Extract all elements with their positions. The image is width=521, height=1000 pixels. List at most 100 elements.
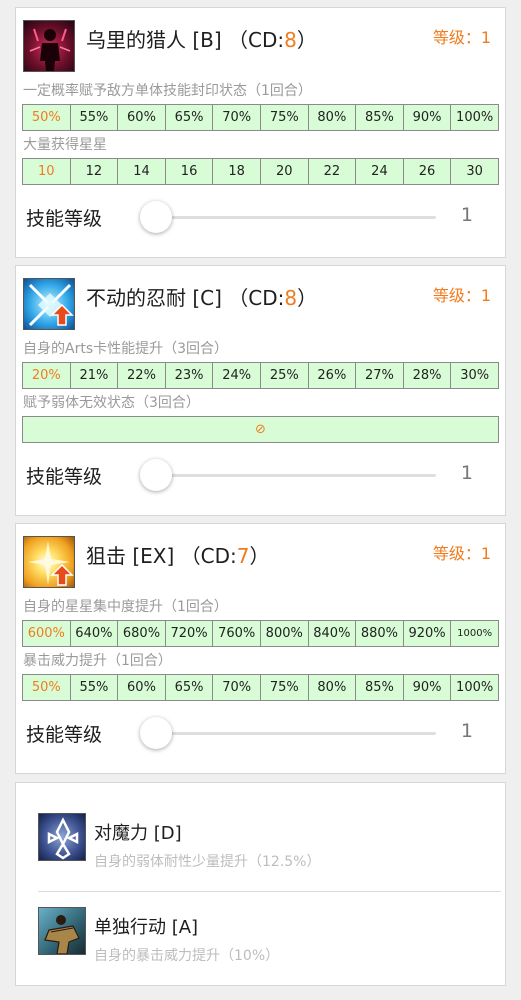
cd-suffix: ） [249,544,270,568]
value-cell: 20 [259,159,308,184]
value-cell: 920% [402,621,451,646]
value-cell: 25% [259,363,308,388]
value-cell: 100% [450,105,498,130]
skill-title: 狙击 [EX] [86,544,175,568]
effect-description: 赋予弱体无效状态（3回合） [23,395,200,411]
skill-level-text: 等级：1 [432,286,491,305]
skill-level-text: 等级：1 [432,28,491,47]
effect-description: 一定概率赋予敌方单体技能封印状态（1回合） [23,83,312,99]
slider-thumb[interactable] [140,717,172,749]
effect-value-table: 20% 21% 22% 23% 24% 25% 26% 27% 28% 30% [22,362,499,389]
value-cell: 600% [27,626,65,641]
value-cell: 12 [69,159,118,184]
value-cell: 85% [355,105,403,130]
cd-prefix: （CD: [180,544,237,568]
skill-card-3: 狙击 [EX] （CD:7） 等级：1 自身的星星集中度提升（1回合） 600%… [15,523,506,774]
value-cell: 22 [307,159,356,184]
skill-level-value: 1 [460,204,473,226]
value-cell: 60% [117,105,165,130]
skill-level-label: 技能等级 [26,466,103,488]
skill-title: 不动的忍耐 [C] [86,286,222,310]
value-cell: 23% [164,363,213,388]
value-cell: 65% [164,675,213,700]
value-cell: 30 [450,159,498,184]
effect-value-table: 50% 55% 60% 65% 70% 75% 80% 85% 90% 100% [22,104,499,131]
value-cell: 680% [117,621,165,646]
effect-value-table: ⊘ [22,416,499,443]
value-cell: 10 [38,164,55,179]
effect-value-table: 50% 55% 60% 65% 70% 75% 80% 85% 90% 100% [22,674,499,701]
skill-title: 乌里的猎人 [B] [86,28,222,52]
value-cell: 75% [259,675,308,700]
immunity-symbol: ⊘ [255,422,266,437]
skill-level-slider[interactable] [140,459,436,491]
cooldown-value: 8 [284,28,297,52]
skill-level-value: 1 [460,462,473,484]
value-cell: 760% [212,621,260,646]
skill-level-slider[interactable] [140,201,436,233]
value-cell: 80% [307,105,356,130]
passive-description: 自身的弱体耐性少量提升（12.5%） [94,854,321,870]
effect-description: 自身的Arts卡性能提升（3回合） [23,341,229,357]
cd-prefix: （CD: [228,28,285,52]
passive-name: 对魔力 [D] [94,823,182,844]
value-cell: 14 [117,159,165,184]
value-cell: 55% [69,675,118,700]
divider [38,891,501,892]
effect-description: 自身的星星集中度提升（1回合） [23,599,228,615]
skill-name: 乌里的猎人 [B] （CD:8） [86,24,317,53]
skill-level-label: 技能等级 [26,724,103,746]
skill-card-2: 不动的忍耐 [C] （CD:8） 等级：1 自身的Arts卡性能提升（3回合） … [15,265,506,516]
skill-level-label: 技能等级 [26,208,103,230]
effect-value-table: 10 12 14 16 18 20 22 24 26 30 [22,158,499,185]
value-cell: 20% [31,368,61,383]
star-burst-up-icon [23,536,75,588]
cd-suffix: ） [297,286,318,310]
value-cell: 21% [69,363,118,388]
value-cell: 90% [402,105,451,130]
effect-value-table: 600% 640% 680% 720% 760% 800% 840% 880% … [22,620,499,647]
hunter-silhouette-icon [23,20,75,72]
value-cell: 24% [212,363,260,388]
value-cell: 880% [355,621,403,646]
value-cell: 640% [69,621,118,646]
value-cell: 55% [69,105,118,130]
cooldown-value: 8 [284,286,298,310]
value-cell: 60% [117,675,165,700]
slider-thumb[interactable] [140,459,172,491]
cd-prefix: （CD: [228,286,285,310]
effect-description: 大量获得星星 [23,137,107,153]
value-cell: 30% [450,363,498,388]
value-cell: 16 [164,159,213,184]
value-cell: 70% [212,105,260,130]
value-cell: 840% [307,621,356,646]
value-cell: 800% [259,621,308,646]
value-cell: 26 [402,159,451,184]
value-cell: 28% [402,363,451,388]
effect-description: 暴击威力提升（1回合） [23,653,172,669]
skill-name: 不动的忍耐 [C] （CD:8） [86,282,317,311]
arts-up-icon [23,278,75,330]
cooldown-value: 7 [236,544,250,568]
value-cell: 80% [307,675,356,700]
passive-item[interactable]: 单独行动 [A] 自身的暴击威力提升（10%） [38,907,483,964]
value-cell: 1000% [450,621,498,646]
value-cell: 70% [212,675,260,700]
value-cell: 24 [355,159,403,184]
skill-level-value: 1 [460,720,473,742]
value-cell: 26% [307,363,356,388]
value-cell: 50% [31,110,61,125]
passive-item[interactable]: 对魔力 [D] 自身的弱体耐性少量提升（12.5%） [38,813,483,870]
slider-thumb[interactable] [140,201,172,233]
skill-level-slider[interactable] [140,717,436,749]
passive-skills-card: 对魔力 [D] 自身的弱体耐性少量提升（12.5%） 单独行动 [A] 自身的暴… [15,782,506,986]
magic-resistance-icon [38,813,86,861]
value-cell: 85% [355,675,403,700]
independent-action-icon [38,907,86,955]
cd-suffix: ） [296,28,317,52]
value-cell: 27% [355,363,403,388]
skill-name: 狙击 [EX] （CD:7） [86,540,270,569]
value-cell: 100% [450,675,498,700]
value-cell: 50% [31,680,61,695]
value-cell: 18 [212,159,260,184]
